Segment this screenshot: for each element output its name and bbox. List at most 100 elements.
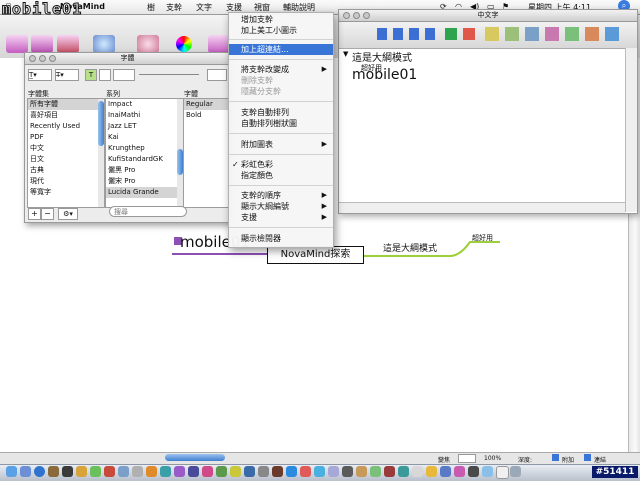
outline-item[interactable]: 這是大綱模式 [352, 49, 412, 64]
outline-vscrollbar[interactable] [625, 48, 637, 212]
tool-icon-2[interactable] [505, 27, 519, 41]
close-icon[interactable] [29, 55, 36, 62]
app-icon-24[interactable] [482, 466, 493, 477]
menu-item-attach-chart[interactable]: 附加圖表 ▶ [229, 139, 333, 150]
outline-titlebar[interactable]: 中文字 [339, 10, 637, 22]
menu-item-auto-arrange-tree[interactable]: 自動排列樹狀圖 [229, 118, 333, 129]
finder-icon[interactable] [6, 466, 17, 477]
menu-item-show-outline-numbers[interactable]: 顯示大綱編號 ▶ [229, 201, 333, 212]
zoom-value[interactable]: 100% [484, 455, 501, 462]
collections-scrollbar[interactable] [98, 99, 104, 207]
app-icon-8[interactable] [258, 466, 269, 477]
app-icon-1[interactable] [160, 466, 171, 477]
list-item[interactable]: Krungthep [106, 143, 183, 154]
app-icon-3[interactable] [188, 466, 199, 477]
list-item[interactable]: Jazz LET [106, 121, 183, 132]
list-item[interactable]: Bold [184, 110, 229, 121]
tool-icon-6[interactable] [585, 27, 599, 41]
list-item[interactable]: Kai [106, 132, 183, 143]
app-icon-6[interactable] [230, 466, 241, 477]
list-item[interactable]: 日文 [28, 154, 104, 165]
close-icon[interactable] [343, 12, 350, 19]
disclosure-triangle-icon[interactable]: ▼ [343, 50, 348, 58]
mail-icon[interactable] [48, 466, 59, 477]
typeface-list[interactable]: Regular Bold [183, 98, 230, 208]
menu-text[interactable]: 文字 [196, 2, 212, 13]
menu-tree[interactable]: 樹 [147, 2, 155, 13]
app-icon-7[interactable] [244, 466, 255, 477]
outline-node[interactable]: mobile01 [352, 67, 417, 83]
menu-item-assign-color[interactable]: 指定顏色 [229, 170, 333, 181]
list-item[interactable]: 中文 [28, 143, 104, 154]
menu-item-branch-order[interactable]: 支幹的順序 ▶ [229, 190, 333, 201]
app-icon-23[interactable] [468, 466, 479, 477]
dashboard-icon[interactable] [20, 466, 31, 477]
firefox-icon[interactable] [146, 466, 157, 477]
horizontal-scroll-thumb[interactable] [165, 454, 225, 461]
list-item[interactable]: InaiMathi [106, 110, 183, 121]
minimize-icon[interactable] [39, 55, 46, 62]
list-item[interactable]: 所有字體 [28, 99, 104, 110]
color-wheel-icon[interactable] [176, 36, 192, 52]
family-list[interactable]: Impact InaiMathi Jazz LET Kai Krungthep … [105, 98, 184, 208]
strikethrough-popup[interactable]: T̶▾ [55, 69, 79, 81]
collections-scroll-thumb[interactable] [98, 101, 104, 146]
font-search-input[interactable] [109, 206, 187, 217]
menu-item-show-inspector[interactable]: 顯示檢閱器 [229, 233, 333, 244]
underline-popup[interactable]: T̲▾ [28, 69, 52, 81]
shadow-control[interactable] [207, 69, 227, 81]
add-collection-button[interactable]: + [28, 208, 41, 220]
tool-icon-7[interactable] [605, 27, 619, 41]
trash-icon[interactable] [510, 466, 521, 477]
app-icon-12[interactable] [314, 466, 325, 477]
list-item[interactable]: 儷宋 Pro [106, 176, 183, 187]
safari-icon[interactable] [34, 466, 45, 477]
app-icon-11[interactable] [300, 466, 311, 477]
app-icon-15[interactable] [356, 466, 367, 477]
indent-icon[interactable] [409, 28, 419, 40]
menu-item-add-clipart[interactable]: 加上美工小圖示 [229, 25, 333, 36]
menu-item-change-branch[interactable]: 將支幹改變成 ▶ [229, 64, 333, 75]
text-color-swatch[interactable]: T [85, 69, 97, 81]
terminal-icon[interactable] [62, 466, 73, 477]
app-icon-19[interactable] [412, 466, 423, 477]
app-icon-16[interactable] [370, 466, 381, 477]
app-icon-13[interactable] [328, 466, 339, 477]
app-icon-21[interactable] [440, 466, 451, 477]
remove-collection-button[interactable]: − [41, 208, 54, 220]
attach-checkbox[interactable] [552, 454, 559, 461]
list-item[interactable]: Regular [184, 99, 229, 110]
menu-item-add-branch[interactable]: 增加支幹 [229, 14, 333, 25]
minimize-icon[interactable] [353, 12, 360, 19]
list-item[interactable]: 現代 [28, 176, 104, 187]
list-item[interactable]: 儷黑 Pro [106, 165, 183, 176]
tool-icon-4[interactable] [545, 27, 559, 41]
delete-branch-icon[interactable] [57, 35, 79, 53]
shape-icon[interactable] [208, 35, 230, 53]
play-icon[interactable] [445, 28, 457, 40]
ichat-icon[interactable] [76, 466, 87, 477]
list-item[interactable]: 古典 [28, 165, 104, 176]
app-icon-18[interactable] [398, 466, 409, 477]
stop-icon[interactable] [463, 28, 475, 40]
app-icon-4[interactable] [202, 466, 213, 477]
zoom-icon[interactable] [363, 12, 370, 19]
zoom-icon[interactable] [49, 55, 56, 62]
menu-item-auto-arrange-branch[interactable]: 支幹自動排列 [229, 107, 333, 118]
shadow-slider[interactable] [139, 74, 199, 75]
move-up-icon[interactable] [377, 28, 387, 40]
list-item[interactable]: KufiStandardGK [106, 154, 183, 165]
link-icon[interactable] [93, 35, 115, 53]
document-icon[interactable] [496, 466, 509, 479]
collections-list[interactable]: 所有字體 喜好項目 Recently Used PDF 中文 日文 古典 現代 … [27, 98, 105, 208]
add-branch-icon[interactable] [6, 35, 28, 53]
menu-item-support[interactable]: 支援 ▶ [229, 212, 333, 223]
app-icon-10[interactable] [286, 466, 297, 477]
app-icon-14[interactable] [342, 466, 353, 477]
app-icon-5[interactable] [216, 466, 227, 477]
list-item[interactable]: Lucida Grande [106, 187, 183, 198]
preview-icon[interactable] [118, 466, 129, 477]
itunes-icon[interactable] [90, 466, 101, 477]
tool-icon-1[interactable] [485, 27, 499, 41]
link-checkbox[interactable] [584, 454, 591, 461]
